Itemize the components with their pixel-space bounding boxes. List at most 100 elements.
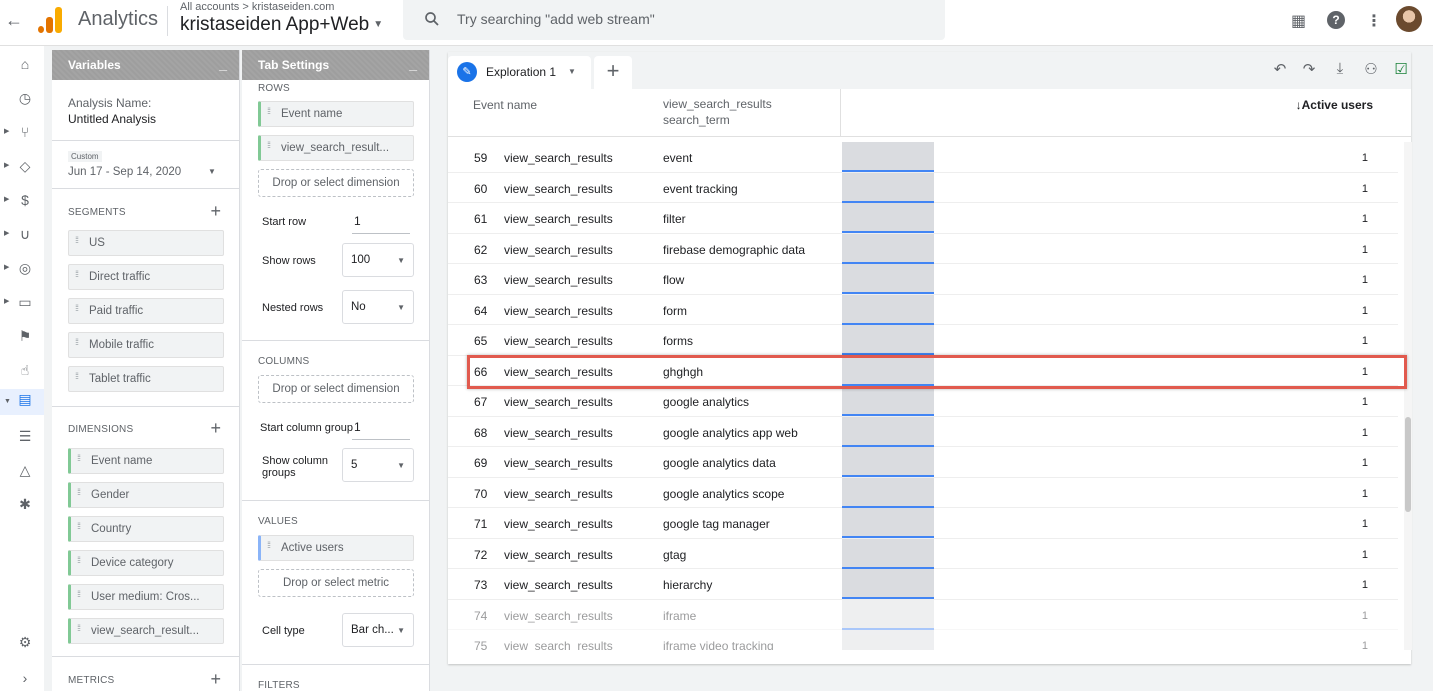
analysis-name-value[interactable]: Untitled Analysis <box>68 112 156 126</box>
avatar[interactable] <box>1396 6 1422 32</box>
cell-type-select[interactable]: Bar ch... ▼ <box>342 613 414 647</box>
search-term-cell[interactable]: event <box>663 151 692 165</box>
table-row[interactable]: 74 view_search_results iframe 1 <box>448 599 1398 630</box>
event-name-cell[interactable]: view_search_results <box>504 426 613 440</box>
table-row[interactable]: 64 view_search_results form 1 <box>448 294 1398 325</box>
back-arrow-icon[interactable]: ← <box>4 10 24 31</box>
event-name-cell[interactable]: view_search_results <box>504 395 613 409</box>
event-name-cell[interactable]: view_search_results <box>504 304 613 318</box>
column-header-active-users[interactable]: ↓Active users <box>1296 98 1373 112</box>
event-name-cell[interactable]: view_search_results <box>504 273 613 287</box>
show-rows-select[interactable]: 100 ▼ <box>342 243 414 277</box>
add-segment-button[interactable]: + <box>210 201 221 222</box>
minimize-icon[interactable]: _ <box>409 56 417 72</box>
realtime-nav[interactable]: ◷ <box>0 88 44 110</box>
table-row[interactable]: 68 view_search_results google analytics ap… <box>448 416 1398 447</box>
search-term-cell[interactable]: firebase demographic data <box>663 243 805 257</box>
scrollbar-thumb[interactable] <box>1405 417 1411 512</box>
column-header-event-name[interactable]: Event name <box>473 98 537 112</box>
event-name-cell[interactable]: view_search_results <box>504 517 613 531</box>
events-nav[interactable]: ⚑ <box>0 326 44 348</box>
table-row[interactable]: 75 view_search_results iframe video tracki… <box>448 630 1398 650</box>
search-term-cell[interactable]: forms <box>663 334 693 348</box>
search-term-cell[interactable]: form <box>663 304 687 318</box>
table-row[interactable]: 60 view_search_results event tracking 1 <box>448 172 1398 203</box>
row-dimension-chip[interactable]: ⁞⁞ Event name <box>258 101 414 127</box>
add-dimension-button[interactable]: + <box>210 418 221 439</box>
table-row[interactable]: 71 view_search_results google tag manager 1 <box>448 508 1398 539</box>
event-name-cell[interactable]: view_search_results <box>504 243 613 257</box>
tag-nav[interactable]: ▶ ◇ <box>0 156 44 178</box>
search-term-cell[interactable]: hierarchy <box>663 578 712 592</box>
event-name-cell[interactable]: view_search_results <box>504 334 613 348</box>
search-term-cell[interactable]: iframe video tracking <box>663 639 774 650</box>
tab-dropdown-icon[interactable]: ▼ <box>568 67 576 76</box>
table-row[interactable]: 62 view_search_results firebase demographi… <box>448 233 1398 264</box>
search-bar[interactable]: Try searching "add web stream" <box>403 0 945 40</box>
search-term-cell[interactable]: iframe <box>663 609 696 623</box>
apps-grid-icon[interactable]: ▦ <box>1291 11 1306 31</box>
saved-check-icon[interactable]: ☑ <box>1391 60 1411 78</box>
undo-icon[interactable]: ↶ <box>1270 60 1290 78</box>
search-term-cell[interactable]: google analytics <box>663 395 749 409</box>
minimize-icon[interactable]: _ <box>219 56 227 72</box>
start-row-input[interactable]: 1 <box>352 210 410 234</box>
pencil-icon[interactable]: ✎ <box>457 62 477 82</box>
configure-nav[interactable]: △ <box>0 460 44 482</box>
monetization-nav[interactable]: ▶ $ <box>0 190 44 212</box>
search-term-cell[interactable]: gtag <box>663 548 686 562</box>
demographics-nav[interactable]: ▶ ◎ <box>0 258 44 280</box>
event-name-cell[interactable]: view_search_results <box>504 182 613 196</box>
retention-nav[interactable]: ▶ ∪ <box>0 224 44 246</box>
audiences-nav[interactable]: ☰ <box>0 426 44 448</box>
table-row[interactable]: 67 view_search_results google analytics 1 <box>448 386 1398 417</box>
dimension-chip[interactable]: ⁞⁞ Device category <box>68 550 224 576</box>
table-row[interactable]: 63 view_search_results flow 1 <box>448 264 1398 295</box>
segment-chip[interactable]: ⁞⁞ Direct traffic <box>68 264 224 290</box>
add-tab-button[interactable]: + <box>594 56 632 89</box>
nested-rows-select[interactable]: No ▼ <box>342 290 414 324</box>
table-row[interactable]: 72 view_search_results gtag 1 <box>448 538 1398 569</box>
column-header-search-term[interactable]: view_search_results search_term <box>663 96 772 128</box>
table-row[interactable]: 59 view_search_results event 1 <box>448 142 1398 173</box>
search-term-cell[interactable]: event tracking <box>663 182 738 196</box>
dimension-chip[interactable]: ⁞⁞ Country <box>68 516 224 542</box>
event-name-cell[interactable]: view_search_results <box>504 609 613 623</box>
drop-dimension-zone[interactable]: Drop or select dimension <box>258 169 414 197</box>
search-term-cell[interactable]: google tag manager <box>663 517 770 531</box>
date-dropdown-icon[interactable]: ▼ <box>208 167 216 176</box>
debug-nav[interactable]: ✱ <box>0 494 44 516</box>
redo-icon[interactable]: ↷ <box>1299 60 1319 78</box>
search-term-cell[interactable]: google analytics app web <box>663 426 798 440</box>
property-selector[interactable]: kristaseiden App+Web ▼ <box>180 14 383 36</box>
date-range[interactable]: Jun 17 - Sep 14, 2020 <box>68 166 181 178</box>
expand-rail-button[interactable]: › <box>0 668 44 690</box>
segment-chip[interactable]: ⁞⁞ Paid traffic <box>68 298 224 324</box>
table-row[interactable]: 73 view_search_results hierarchy 1 <box>448 569 1398 600</box>
search-term-cell[interactable]: filter <box>663 212 686 226</box>
analytics-logo[interactable] <box>38 7 62 33</box>
search-term-cell[interactable]: google analytics scope <box>663 487 784 501</box>
lifecycle-nav[interactable]: ▶ ⑂ <box>0 122 44 144</box>
event-name-cell[interactable]: view_search_results <box>504 578 613 592</box>
download-icon[interactable]: ⤓ <box>1330 60 1350 77</box>
tech-nav[interactable]: ▶ ▭ <box>0 292 44 314</box>
segment-chip[interactable]: ⁞⁞ Tablet traffic <box>68 366 224 392</box>
dimension-chip[interactable]: ⁞⁞ Gender <box>68 482 224 508</box>
segment-chip[interactable]: ⁞⁞ US <box>68 230 224 256</box>
drop-metric-zone[interactable]: Drop or select metric <box>258 569 414 597</box>
table-row[interactable]: 69 view_search_results google analytics da… <box>448 447 1398 478</box>
tab-exploration-1[interactable]: ✎ Exploration 1 ▼ <box>448 56 591 89</box>
value-metric-chip[interactable]: ⁞⁞ Active users <box>258 535 414 561</box>
home-nav[interactable]: ⌂ <box>0 54 44 76</box>
search-term-cell[interactable]: flow <box>663 273 684 287</box>
share-people-icon[interactable]: ⚇ <box>1361 60 1381 78</box>
event-name-cell[interactable]: view_search_results <box>504 456 613 470</box>
row-dimension-chip[interactable]: ⁞⁞ view_search_result... <box>258 135 414 161</box>
conversions-nav[interactable]: ☝ <box>0 360 44 382</box>
table-row[interactable]: 65 view_search_results forms 1 <box>448 325 1398 356</box>
add-metric-button[interactable]: + <box>210 669 221 690</box>
help-icon[interactable]: ? <box>1327 11 1345 29</box>
segment-chip[interactable]: ⁞⁞ Mobile traffic <box>68 332 224 358</box>
event-name-cell[interactable]: view_search_results <box>504 487 613 501</box>
